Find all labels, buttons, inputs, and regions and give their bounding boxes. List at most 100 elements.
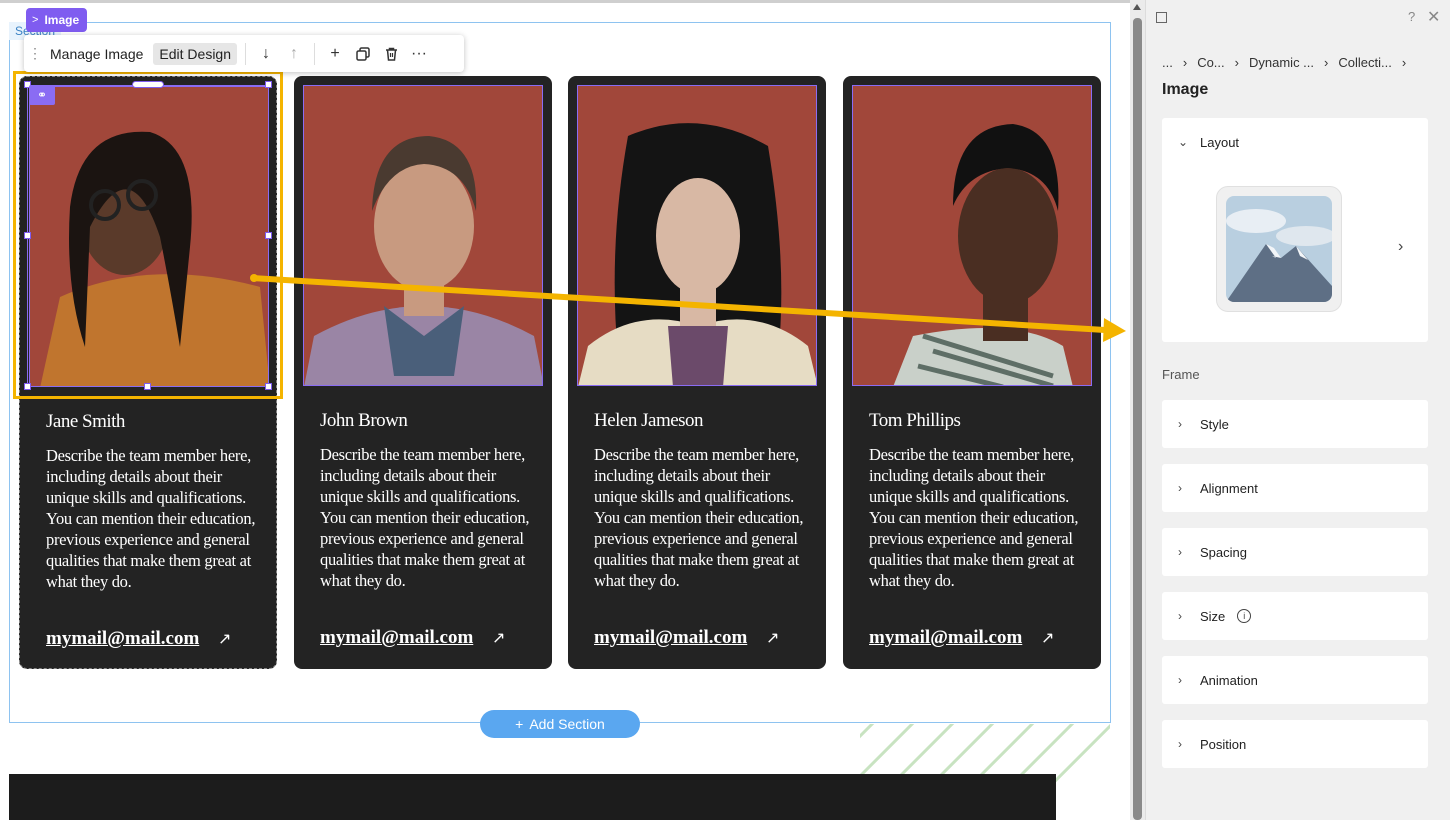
size-label: Size <box>1200 608 1226 624</box>
layout-section: ⌄ Layout › <box>1162 118 1428 342</box>
chevron-right-icon: › <box>1178 673 1182 687</box>
team-card-john[interactable]: John Brown Describe the team member here… <box>294 76 552 669</box>
toolbar-divider <box>245 42 246 65</box>
info-icon[interactable]: i <box>1237 609 1252 623</box>
style-section[interactable]: › Style <box>1162 400 1428 448</box>
member-name[interactable]: Jane Smith <box>46 411 125 433</box>
layout-preset-thumbnail[interactable] <box>1216 186 1342 312</box>
animation-section[interactable]: › Animation <box>1162 656 1428 704</box>
member-description[interactable]: Describe the team member here, including… <box>594 444 809 591</box>
spacing-section[interactable]: › Spacing <box>1162 528 1428 576</box>
add-section-label: Add Section <box>529 716 605 732</box>
breadcrumb-item[interactable]: Collecti... <box>1338 55 1391 70</box>
link-icon[interactable]: ⚭ <box>29 85 55 105</box>
element-type-chip[interactable]: > Image <box>26 8 88 32</box>
more-icon[interactable]: ··· <box>405 40 433 68</box>
team-photo-john[interactable] <box>303 85 543 386</box>
scroll-up-arrow-icon[interactable] <box>1133 4 1141 10</box>
canvas-top-border <box>0 0 1130 3</box>
style-label: Style <box>1200 416 1229 432</box>
position-section[interactable]: › Position <box>1162 720 1428 768</box>
panel-dock-icon[interactable] <box>1156 12 1167 23</box>
floating-toolbar: ⋮ Manage Image Edit Design ↓ ↑ + ··· <box>24 35 464 72</box>
portrait-john <box>304 86 542 385</box>
member-email-link[interactable]: mymail@mail.com <box>46 628 199 650</box>
resize-handle-right[interactable] <box>265 232 272 239</box>
position-label: Position <box>1200 736 1247 752</box>
canvas-scrollbar[interactable] <box>1130 0 1145 820</box>
member-description[interactable]: Describe the team member here, including… <box>46 445 261 592</box>
team-card-tom[interactable]: Tom Phillips Describe the team member he… <box>843 76 1101 669</box>
external-link-icon: ↗ <box>1041 630 1055 647</box>
panel-title: Image <box>1162 81 1209 98</box>
chevron-right-icon: › <box>1178 417 1182 431</box>
help-icon[interactable]: ? <box>1408 9 1415 24</box>
portrait-helen <box>578 86 816 385</box>
layout-header[interactable]: ⌄ Layout <box>1178 118 1239 166</box>
resize-handle-left[interactable] <box>24 232 31 239</box>
chevron-right-icon: > <box>32 14 39 26</box>
arrow-up-icon[interactable]: ↑ <box>280 40 308 68</box>
selection-box[interactable] <box>27 85 269 387</box>
resize-handle-top[interactable] <box>132 81 164 88</box>
chevron-right-icon: › <box>1234 55 1239 70</box>
trash-icon[interactable] <box>377 40 405 68</box>
breadcrumb: ... › Co... › Dynamic ... › Collecti... … <box>1162 55 1406 70</box>
breadcrumb-item[interactable]: Co... <box>1197 55 1224 70</box>
chevron-right-icon: › <box>1178 481 1182 495</box>
animation-label: Animation <box>1200 672 1258 688</box>
close-icon[interactable]: ✕ <box>1427 7 1440 27</box>
chevron-right-icon: › <box>1401 55 1407 70</box>
team-photo-helen[interactable] <box>577 85 817 386</box>
plus-icon[interactable]: + <box>321 40 349 68</box>
portrait-tom <box>853 86 1091 385</box>
member-name[interactable]: John Brown <box>320 410 408 432</box>
external-link-icon: ↗ <box>492 630 506 647</box>
chevron-right-icon: › <box>1178 737 1182 751</box>
size-section[interactable]: › Size i <box>1162 592 1428 640</box>
member-email-link[interactable]: mymail@mail.com <box>869 627 1022 649</box>
chevron-right-icon: › <box>1182 55 1188 70</box>
alignment-section[interactable]: › Alignment <box>1162 464 1428 512</box>
chevron-right-icon: › <box>1324 55 1329 70</box>
chevron-right-icon: › <box>1178 545 1182 559</box>
toolbar-divider <box>314 42 315 65</box>
element-type-label: Image <box>44 13 80 27</box>
edit-design-button[interactable]: Edit Design <box>153 42 237 65</box>
member-name[interactable]: Tom Phillips <box>869 410 961 432</box>
chevron-down-icon: ⌄ <box>1178 135 1189 149</box>
chevron-right-icon[interactable]: › <box>1398 238 1403 256</box>
inspector-panel: ? ✕ ... › Co... › Dynamic ... › Collecti… <box>1145 0 1450 820</box>
frame-label: Frame <box>1162 367 1200 382</box>
team-photo-tom[interactable] <box>852 85 1092 386</box>
member-description[interactable]: Describe the team member here, including… <box>320 444 535 591</box>
alignment-label: Alignment <box>1200 480 1258 496</box>
breadcrumb-item[interactable]: Dynamic ... <box>1249 55 1314 70</box>
member-name[interactable]: Helen Jameson <box>594 410 704 432</box>
resize-handle-bottom[interactable] <box>144 383 151 390</box>
member-email-link[interactable]: mymail@mail.com <box>320 627 473 649</box>
manage-image-button[interactable]: Manage Image <box>44 43 149 65</box>
drag-handle-icon[interactable]: ⋮ <box>28 45 42 62</box>
arrow-down-icon[interactable]: ↓ <box>252 40 280 68</box>
external-link-icon: ↗ <box>218 631 232 648</box>
team-card-helen[interactable]: Helen Jameson Describe the team member h… <box>568 76 826 669</box>
breadcrumb-item[interactable]: ... <box>1162 55 1173 70</box>
next-section-block[interactable] <box>9 774 1056 820</box>
resize-handle-bottom-right[interactable] <box>265 383 272 390</box>
member-email-link[interactable]: mymail@mail.com <box>594 627 747 649</box>
plus-icon: + <box>515 716 524 732</box>
member-description[interactable]: Describe the team member here, including… <box>869 444 1084 591</box>
add-section-button[interactable]: + Add Section <box>480 710 640 738</box>
editor-window: Section Jane Smith Describe the team mem… <box>0 0 1450 820</box>
editor-canvas[interactable]: Section Jane Smith Describe the team mem… <box>0 0 1130 820</box>
scrollbar-thumb[interactable] <box>1133 18 1142 820</box>
external-link-icon: ↗ <box>766 630 780 647</box>
spacing-label: Spacing <box>1200 544 1247 560</box>
layout-label: Layout <box>1200 134 1240 150</box>
chevron-right-icon: › <box>1178 609 1182 623</box>
resize-handle-top-right[interactable] <box>265 81 272 88</box>
resize-handle-bottom-left[interactable] <box>24 383 31 390</box>
mountain-image <box>1226 196 1332 302</box>
duplicate-icon[interactable] <box>349 40 377 68</box>
